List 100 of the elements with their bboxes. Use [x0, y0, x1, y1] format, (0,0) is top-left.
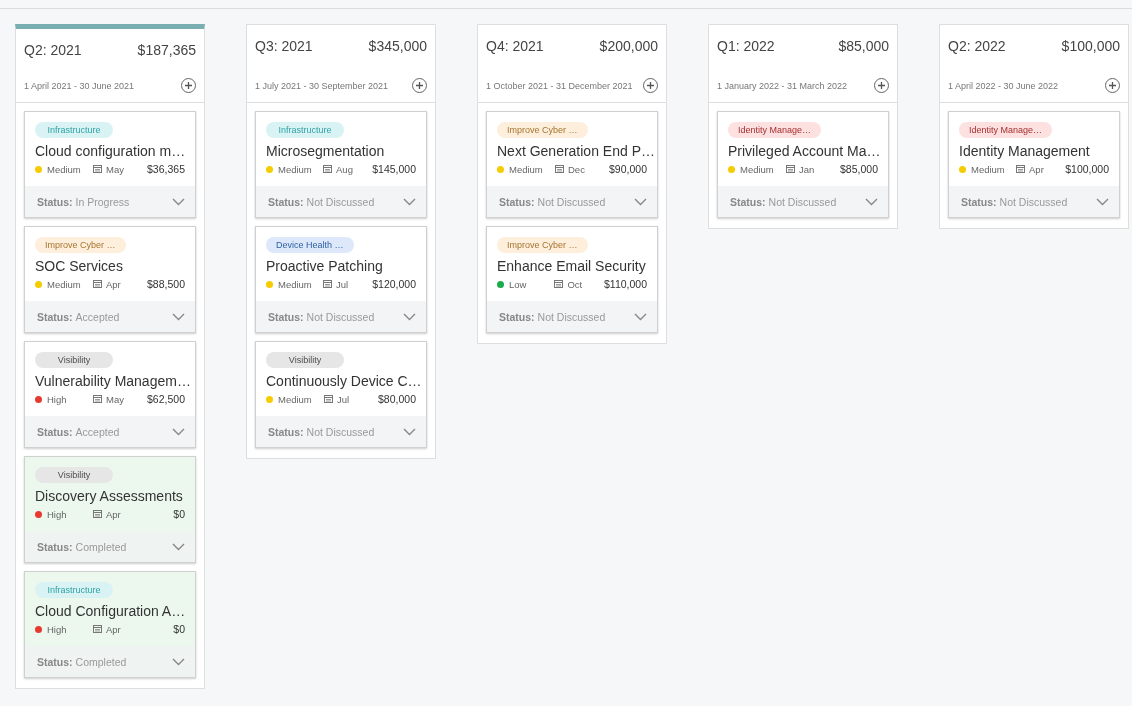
calendar-icon: [93, 395, 102, 403]
status-value: Accepted: [75, 425, 120, 438]
initiative-card[interactable]: Infrastructure Cloud Configuration A… High Apr $0 Status: Completed: [24, 571, 196, 678]
expand-button[interactable]: [865, 197, 878, 206]
card-title: Next Generation End P…: [497, 143, 655, 159]
quarter-total: $200,000: [599, 38, 658, 54]
add-button[interactable]: [874, 78, 889, 93]
quarter-title: Q2: 2022: [948, 38, 1006, 54]
chevron-down-icon: [403, 427, 416, 436]
status-value: Not Discussed: [306, 195, 375, 208]
expand-button[interactable]: [172, 427, 185, 436]
date-range: 1 July 2021 - 30 September 2021: [255, 80, 389, 91]
chevron-down-icon: [172, 312, 185, 321]
expand-button[interactable]: [403, 197, 416, 206]
expand-button[interactable]: [1096, 197, 1109, 206]
priority-label: High: [47, 393, 67, 405]
priority-label: Medium: [278, 393, 312, 405]
expand-button[interactable]: [172, 197, 185, 206]
card-amount: $36,365: [147, 163, 185, 175]
card-amount: $80,000: [378, 393, 416, 405]
initiative-card[interactable]: Visibility Discovery Assessments High Apr $0 Status: Completed: [24, 456, 196, 563]
priority-label: Medium: [971, 163, 1005, 175]
expand-button[interactable]: [634, 197, 647, 206]
card-title: Cloud configuration m…: [35, 143, 186, 159]
add-button[interactable]: [412, 78, 427, 93]
chevron-down-icon: [172, 197, 185, 206]
status-label: Status:: [499, 310, 535, 323]
month-label: Apr: [106, 508, 121, 520]
status-label: Status:: [961, 195, 997, 208]
status-label: Status:: [37, 655, 73, 668]
priority-label: Low: [509, 278, 527, 290]
month-label: Oct: [567, 278, 583, 290]
initiative-card[interactable]: Identity Manage… Identity Management Medium Apr $100,000 Status: Not Discussed: [948, 111, 1120, 218]
priority-label: High: [47, 508, 67, 520]
expand-button[interactable]: [634, 312, 647, 321]
chevron-down-icon: [634, 312, 647, 321]
month-label: Jul: [336, 278, 349, 290]
card-amount: $85,000: [840, 163, 878, 175]
status-value: Not Discussed: [999, 195, 1068, 208]
chevron-down-icon: [403, 197, 416, 206]
calendar-icon: [323, 165, 333, 173]
status-label: Status:: [730, 195, 766, 208]
calendar-icon: [93, 625, 102, 633]
add-button[interactable]: [643, 78, 658, 93]
date-range: 1 April 2021 - 30 June 2021: [24, 80, 135, 91]
calendar-icon: [324, 395, 333, 403]
initiative-card[interactable]: Infrastructure Microsegmentation Medium Aug $145,000 Status: Not Discussed: [255, 111, 427, 218]
initiative-card[interactable]: Visibility Vulnerability Managem… High May $62,500 Status: Accepted: [24, 341, 196, 448]
initiative-card[interactable]: Device Health … Proactive Patching Medium Jul $120,000 Status: Not Discussed: [255, 226, 427, 333]
status-value: Completed: [75, 540, 127, 553]
initiative-card[interactable]: Improve Cyber … SOC Services Medium Apr $88,500 Status: Accepted: [24, 226, 196, 333]
month-label: Apr: [106, 278, 121, 290]
month-label: Apr: [1029, 163, 1044, 175]
expand-button[interactable]: [172, 542, 185, 551]
chevron-down-icon: [865, 197, 878, 206]
category-tag: Visibility: [35, 352, 113, 368]
card-amount: $88,500: [147, 278, 185, 290]
add-button[interactable]: [1105, 78, 1120, 93]
card-amount: $120,000: [372, 278, 416, 290]
card-amount: $110,000: [604, 278, 647, 290]
category-tag: Visibility: [35, 467, 113, 483]
priority-label: Medium: [278, 163, 312, 175]
quarter-title: Q4: 2021: [486, 38, 544, 54]
status-label: Status:: [268, 195, 304, 208]
card-amount: $0: [173, 508, 185, 520]
status-value: Not Discussed: [306, 310, 375, 323]
initiative-card[interactable]: Identity Manage… Privileged Account Ma… Medium Jan $85,000 Status: Not Discussed: [717, 111, 889, 218]
month-label: Dec: [568, 163, 585, 175]
priority-label: Medium: [509, 163, 543, 175]
initiative-card[interactable]: Infrastructure Cloud configuration m… Medium May $36,365 Status: In Progress: [24, 111, 196, 218]
initiative-card[interactable]: Improve Cyber … Next Generation End P… Medium Dec $90,000 Status: Not Discussed: [486, 111, 658, 218]
status-label: Status:: [37, 310, 73, 323]
card-amount: $0: [173, 623, 185, 635]
category-tag: Identity Manage…: [959, 122, 1053, 138]
initiative-card[interactable]: Improve Cyber … Enhance Email Security Low Oct $110,000 Status: Not Discussed: [486, 226, 658, 333]
category-tag: Identity Manage…: [728, 122, 822, 138]
expand-button[interactable]: [403, 427, 416, 436]
status-label: Status:: [37, 540, 73, 553]
month-label: May: [106, 163, 124, 175]
category-tag: Improve Cyber …: [35, 237, 126, 253]
add-button[interactable]: [181, 78, 196, 93]
plus-icon: [878, 82, 885, 89]
quarter-total: $187,365: [137, 42, 196, 58]
category-tag: Infrastructure: [35, 582, 113, 598]
plus-icon: [185, 82, 192, 89]
quarter-total: $100,000: [1061, 38, 1120, 54]
status-value: Not Discussed: [537, 195, 606, 208]
chevron-down-icon: [172, 542, 185, 551]
month-label: May: [106, 393, 124, 405]
quarter-title: Q3: 2021: [255, 38, 313, 54]
status-value: Not Discussed: [537, 310, 606, 323]
card-amount: $100,000: [1065, 163, 1109, 175]
status-label: Status:: [37, 425, 73, 438]
date-range: 1 April 2022 - 30 June 2022: [948, 80, 1059, 91]
expand-button[interactable]: [172, 312, 185, 321]
calendar-icon: [555, 165, 564, 173]
expand-button[interactable]: [403, 312, 416, 321]
expand-button[interactable]: [172, 657, 185, 666]
status-label: Status:: [499, 195, 535, 208]
initiative-card[interactable]: Visibility Continuously Device C… Medium Jul $80,000 Status: Not Discussed: [255, 341, 427, 448]
